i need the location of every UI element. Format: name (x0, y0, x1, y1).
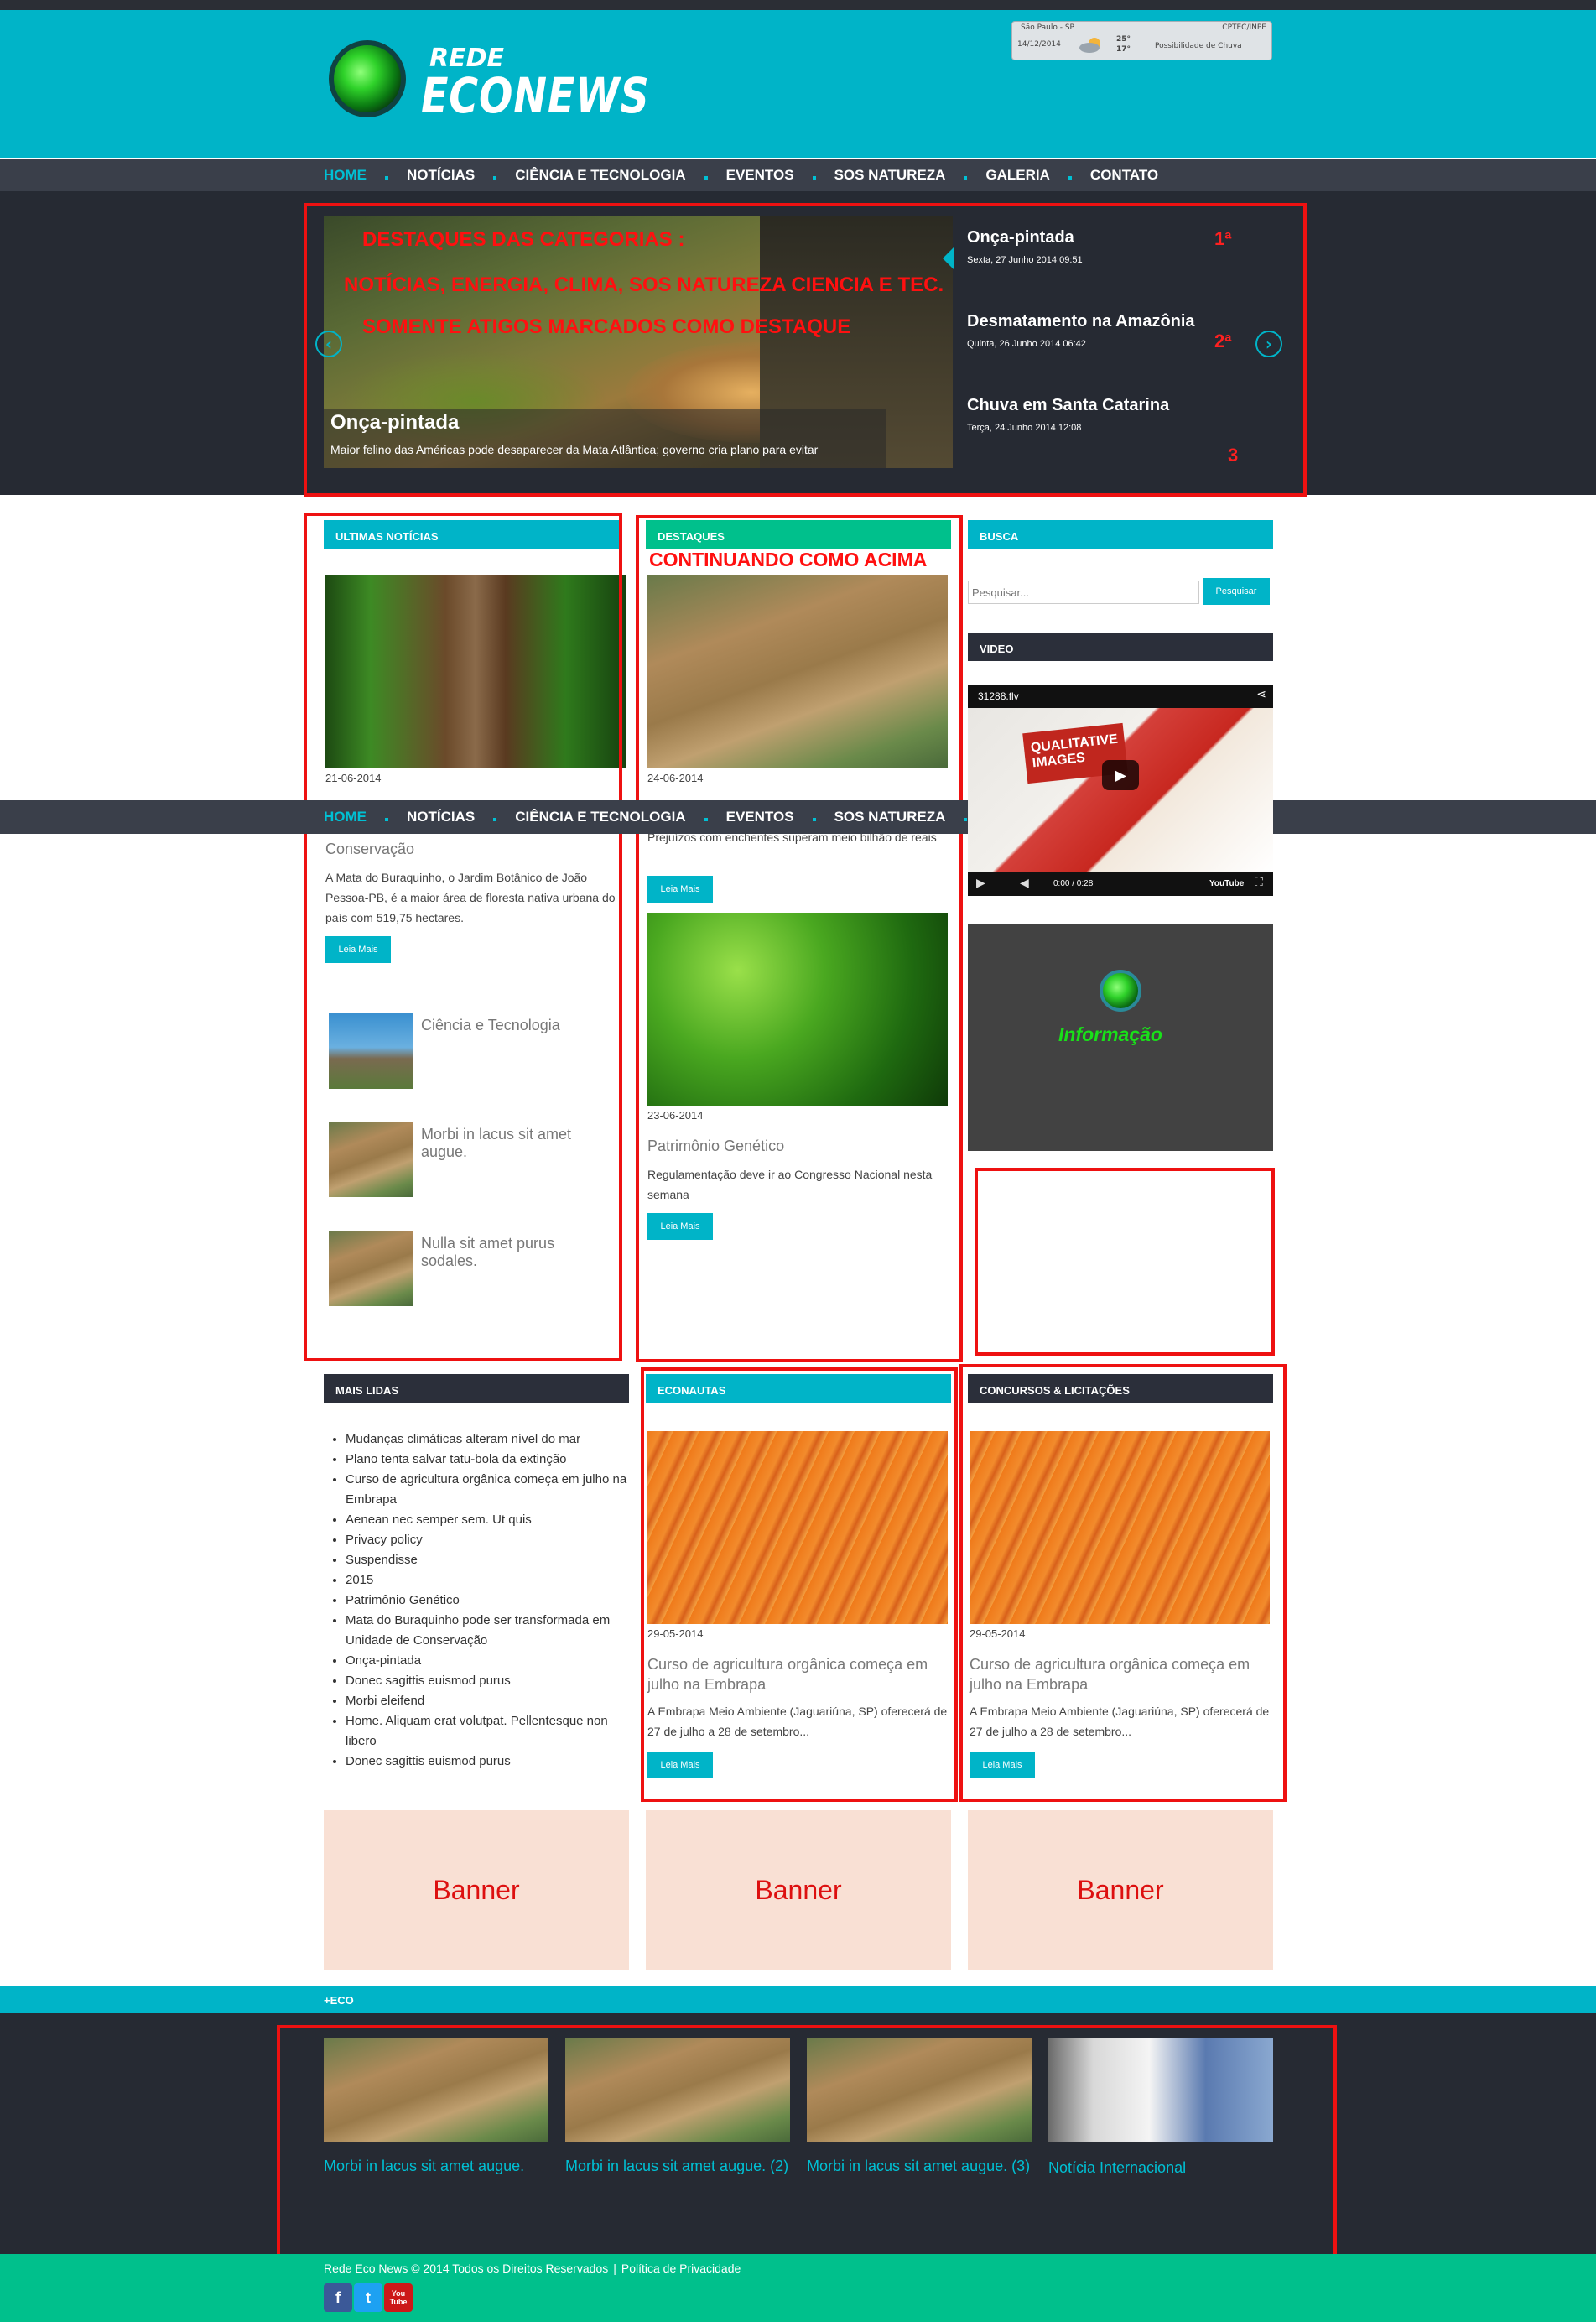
nav-contato[interactable]: CONTATO (1090, 167, 1158, 184)
mais-lidas-item[interactable]: 2015 (346, 1570, 629, 1591)
top-strip (0, 0, 1596, 10)
mais-lidas-item[interactable]: Home. Aliquam erat volutpat. Pellentesqu… (346, 1711, 629, 1752)
mais-lidas-list: Mudanças climáticas alteram nível do mar… (324, 1429, 629, 1772)
sticky-nav-noticias[interactable]: NOTÍCIAS (407, 809, 475, 825)
footer-copyright: Rede Eco News © 2014 Todos os Direitos R… (324, 2262, 609, 2275)
annotation-box-ultimas (304, 513, 622, 1361)
nav-eventos[interactable]: EVENTOS (726, 167, 794, 184)
mais-lidas-item[interactable]: Mudanças climáticas alteram nível do mar (346, 1429, 629, 1450)
mais-lidas-item[interactable]: Mata do Buraquinho pode ser transformada… (346, 1611, 629, 1651)
footer-separator: | (613, 2262, 616, 2275)
sticky-nav-eventos[interactable]: EVENTOS (726, 809, 794, 825)
annotation-box-concursos (959, 1364, 1287, 1802)
nav-separator (1068, 176, 1072, 180)
nav-home[interactable]: HOME (324, 167, 367, 184)
share-icon[interactable]: ⋖ (1256, 688, 1266, 701)
video-header: VIDEO (968, 633, 1273, 661)
weather-city: São Paulo - SP (1021, 23, 1074, 32)
globe-small-icon (1100, 970, 1141, 1012)
play-icon[interactable]: ▶ (1102, 760, 1139, 790)
sticky-nav-ciencia[interactable]: CIÊNCIA E TECNOLOGIA (515, 809, 685, 825)
nav-separator (704, 176, 708, 180)
annotation-box-destaques (636, 515, 963, 1362)
eco-header: +ECO (324, 1994, 354, 2007)
weather-max: 25° (1116, 35, 1131, 44)
ad-banner-3[interactable]: Banner (968, 1810, 1273, 1970)
nav-separator (964, 818, 968, 821)
busca-header: BUSCA (968, 520, 1273, 549)
nav-galeria[interactable]: GALERIA (985, 167, 1050, 184)
annotation-box-slider (304, 203, 1307, 497)
volume-icon[interactable]: ◀ (1020, 877, 1029, 890)
search-input[interactable] (968, 580, 1199, 604)
nav-separator (493, 176, 497, 180)
footer-bar (0, 2254, 1596, 2322)
search-button[interactable]: Pesquisar (1203, 578, 1270, 605)
eco-header-bar: +ECO (0, 1986, 1596, 2013)
site-header (0, 10, 1596, 158)
fullscreen-icon[interactable]: ⛶ (1255, 876, 1263, 889)
annotation-box-eco (277, 2025, 1337, 2262)
main-nav: HOME NOTÍCIAS CIÊNCIA E TECNOLOGIA EVENT… (0, 159, 1596, 192)
facebook-icon[interactable]: f (324, 2283, 352, 2312)
mais-lidas-item[interactable]: Onça-pintada (346, 1651, 629, 1671)
mais-lidas-item[interactable]: Morbi eleifend (346, 1691, 629, 1711)
logo-econews-text[interactable]: ECONEWS (421, 67, 650, 124)
annotation-box-econautas (641, 1367, 958, 1802)
weather-date: 14/12/2014 (1017, 40, 1061, 49)
mais-lidas-item[interactable]: Privacy policy (346, 1530, 629, 1550)
weather-source: CPTEC/INPE (1222, 23, 1266, 32)
nav-sos[interactable]: SOS NATUREZA (834, 167, 946, 184)
sticky-nav-home[interactable]: HOME (324, 809, 367, 825)
mais-lidas-item[interactable]: Suspendisse (346, 1550, 629, 1570)
video-player[interactable]: 31288.flv ⋖ QUALITATIVE IMAGES ▶ ▶ ◀ 0:0… (968, 685, 1273, 896)
mais-lidas-header: MAIS LIDAS (324, 1374, 629, 1403)
info-label: Informação (1058, 1023, 1162, 1045)
nav-separator (704, 818, 708, 821)
nav-separator (385, 818, 388, 821)
nav-separator (493, 818, 497, 821)
nav-separator (964, 176, 968, 180)
weather-min: 17° (1116, 45, 1131, 54)
youtube-logo-icon[interactable]: YouTube (1209, 879, 1244, 888)
nav-separator (385, 176, 388, 180)
ad-banner-2[interactable]: Banner (646, 1810, 951, 1970)
annotation-box-empty (975, 1168, 1275, 1356)
mais-lidas-item[interactable]: Donec sagittis euismod purus (346, 1671, 629, 1691)
weather-widget: São Paulo - SP CPTEC/INPE 14/12/2014 25°… (1011, 21, 1272, 60)
ad-banner-1[interactable]: Banner (324, 1810, 629, 1970)
footer-copy-line: Rede Eco News © 2014 Todos os Direitos R… (324, 2262, 741, 2275)
cloud-rain-icon (1079, 38, 1100, 53)
nav-noticias[interactable]: NOTÍCIAS (407, 167, 475, 184)
mais-lidas-item[interactable]: Patrimônio Genético (346, 1591, 629, 1611)
mais-lidas-item[interactable]: Curso de agricultura orgânica começa em … (346, 1470, 629, 1510)
nav-separator (812, 176, 816, 180)
nav-separator (812, 818, 816, 821)
footer-privacy-link[interactable]: Política de Privacidade (621, 2262, 741, 2275)
play-control-icon[interactable]: ▶ (976, 877, 985, 890)
nav-ciencia[interactable]: CIÊNCIA E TECNOLOGIA (515, 167, 685, 184)
youtube-icon[interactable]: You Tube (384, 2283, 413, 2312)
info-box[interactable]: Informação (968, 924, 1273, 1151)
mais-lidas-item[interactable]: Donec sagittis euismod purus (346, 1752, 629, 1772)
sticky-nav-sos[interactable]: SOS NATUREZA (834, 809, 946, 825)
globe-logo-icon[interactable] (329, 40, 406, 117)
weather-forecast: Possibilidade de Chuva (1155, 42, 1242, 50)
twitter-icon[interactable]: t (354, 2283, 382, 2312)
mais-lidas-item[interactable]: Plano tenta salvar tatu-bola da extinção (346, 1450, 629, 1470)
video-time: 0:00 / 0:28 (1053, 879, 1094, 888)
mais-lidas-item[interactable]: Aenean nec semper sem. Ut quis (346, 1510, 629, 1530)
video-file-name: 31288.flv (978, 690, 1019, 702)
sticky-nav: HOME NOTÍCIAS CIÊNCIA E TECNOLOGIA EVENT… (0, 800, 1596, 834)
